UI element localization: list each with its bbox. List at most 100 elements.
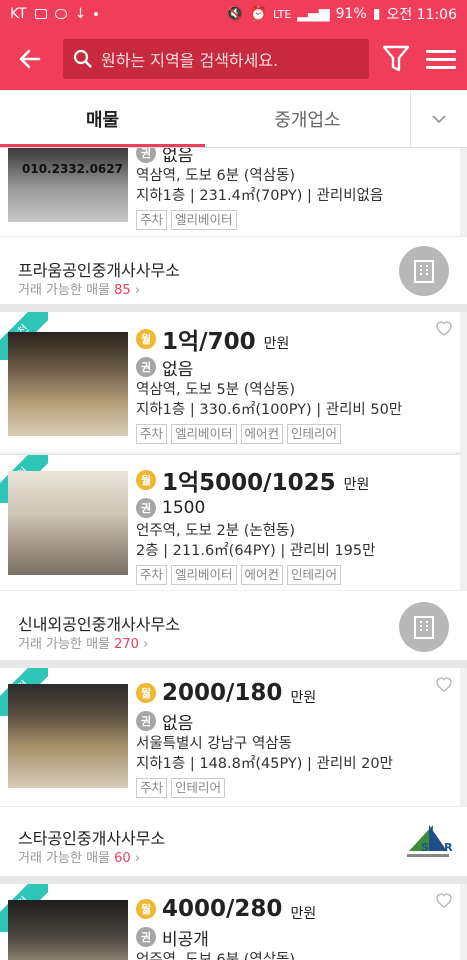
chevron-down-icon bbox=[432, 115, 446, 124]
tag: 엘리베이터 bbox=[171, 210, 237, 230]
tag: 주차 bbox=[136, 210, 168, 230]
tab-more-button[interactable] bbox=[410, 90, 467, 148]
monthly-badge: 월 bbox=[136, 470, 156, 490]
key-money-value: 비공개 bbox=[162, 929, 209, 950]
battery-label: 91% bbox=[335, 6, 367, 22]
listing-location: 언주역, 도보 2분 (논현동) bbox=[136, 523, 296, 539]
tag: 주차 bbox=[136, 778, 168, 798]
listing-photo bbox=[8, 900, 128, 960]
listing-detail: 지하1층 | 148.8㎡(45PY) | 관리비 20만 bbox=[136, 756, 393, 772]
agency-row[interactable]: 스타공인중개사사무소 거래 가능한 매물 60 › STAR bbox=[0, 806, 467, 876]
agency-logo: STAR bbox=[403, 821, 453, 861]
tab-agencies[interactable]: 중개업소 bbox=[205, 90, 410, 147]
listing-card[interactable]: 추천 월 2000/180 만원 권 없음 서울특별시 강남구 역삼동 지하1층… bbox=[0, 668, 460, 806]
menu-button[interactable] bbox=[426, 44, 456, 74]
tag: 인테리어 bbox=[171, 778, 226, 798]
key-money-badge: 권 bbox=[136, 927, 156, 947]
alarm-icon: ⏰ bbox=[249, 6, 267, 22]
tag: 인테리어 bbox=[287, 565, 342, 585]
listing-location: 역삼역, 도보 5분 (역삼동) bbox=[136, 382, 296, 398]
clock: 오전 11:06 bbox=[386, 7, 457, 23]
listing-photo bbox=[8, 684, 128, 788]
listing-price: 1억5000/1025 bbox=[162, 470, 336, 496]
favorite-heart-icon[interactable] bbox=[434, 890, 454, 910]
listing-info: 월 1억5000/1025 만원 권 1500 언주역, 도보 2분 (논현동)… bbox=[136, 465, 375, 585]
monthly-badge: 월 bbox=[136, 899, 156, 919]
count-label: 거래 가능한 매물 bbox=[18, 851, 110, 866]
filter-icon bbox=[382, 45, 410, 72]
listing-price: 2000/180 bbox=[162, 680, 283, 706]
key-money-badge: 권 bbox=[136, 357, 156, 377]
listing-location: 역삼역, 도보 6분 (역삼동) bbox=[136, 168, 296, 184]
back-arrow-icon bbox=[19, 49, 41, 69]
agency-listing-count: 거래 가능한 매물 85 › bbox=[18, 283, 141, 298]
favorite-heart-icon[interactable] bbox=[434, 318, 454, 338]
agency-row[interactable]: 신내외공인중개사사무소 거래 가능한 매물 270 › bbox=[0, 590, 467, 660]
monthly-badge: 월 bbox=[136, 329, 156, 349]
tag: 에어컨 bbox=[240, 565, 284, 585]
building-icon bbox=[414, 616, 434, 639]
listing-tags: 주차 엘리베이터 에어컨 인테리어 bbox=[136, 565, 375, 585]
search-icon bbox=[73, 49, 92, 68]
chat-icon bbox=[54, 9, 67, 19]
section-divider bbox=[0, 876, 467, 884]
monthly-badge: 월 bbox=[136, 683, 156, 703]
listing-price: 4000/280 bbox=[162, 896, 283, 922]
listing-photo: 010.2332.0627 bbox=[8, 148, 128, 222]
back-button[interactable] bbox=[0, 28, 60, 90]
filter-button[interactable] bbox=[380, 42, 412, 76]
menu-line bbox=[426, 57, 456, 61]
menu-line bbox=[426, 49, 456, 53]
key-money-value: 없음 bbox=[162, 148, 194, 166]
key-money-badge: 권 bbox=[136, 498, 156, 518]
agency-logo bbox=[399, 602, 449, 652]
section-divider bbox=[0, 660, 467, 668]
count-label: 거래 가능한 매물 bbox=[18, 637, 110, 652]
listing-price: 1억/700 bbox=[162, 329, 256, 355]
listing-info: 월 4000/280 만원 권 비공개 언주역, 도보 6분 (역삼동) bbox=[136, 894, 316, 960]
count-value: 270 bbox=[114, 637, 139, 652]
favorite-heart-icon[interactable] bbox=[434, 674, 454, 694]
search-input[interactable]: 원하는 지역을 검색하세요. bbox=[63, 39, 369, 79]
listing-tags: 주차 엘리베이터 에어컨 인테리어 bbox=[136, 424, 402, 444]
tab-listings[interactable]: 매물 bbox=[0, 90, 205, 147]
listing-card[interactable]: 추천 월 1억5000/1025 만원 권 1500 언주역, 도보 2분 (논… bbox=[0, 454, 460, 590]
star-agency-logo-icon: STAR bbox=[407, 825, 453, 857]
carrier-label: KT bbox=[10, 6, 27, 22]
listing-card[interactable]: 추천 월 4000/280 만원 권 비공개 언주역, 도보 6분 (역삼동) bbox=[0, 884, 460, 960]
listing-detail: 지하1층 | 330.6㎡(100PY) | 관리비 50만 bbox=[136, 402, 403, 418]
count-label: 거래 가능한 매물 bbox=[18, 283, 110, 298]
download-icon: ↓ bbox=[74, 6, 87, 22]
agency-name: 프라움공인중개사사무소 bbox=[18, 261, 180, 280]
logo-text: STAR bbox=[421, 841, 453, 854]
listing-feed[interactable]: 010.2332.0627 권 없음 역삼역, 도보 6분 (역삼동) 지하1층… bbox=[0, 148, 467, 960]
gallery-icon bbox=[34, 9, 47, 19]
listing-info: 월 2000/180 만원 권 없음 서울특별시 강남구 역삼동 지하1층 | … bbox=[136, 678, 393, 798]
listing-tags: 주차 인테리어 bbox=[136, 778, 393, 798]
agency-logo bbox=[399, 246, 449, 296]
mute-icon: 🔇 bbox=[226, 6, 244, 22]
listing-card[interactable]: 추천 월 1억/700 만원 권 없음 역삼역, 도보 5분 (역삼동) 지하1… bbox=[0, 312, 460, 452]
listing-detail: 지하1층 | 231.4㎡(70PY) | 관리비없음 bbox=[136, 188, 384, 204]
agency-name: 스타공인중개사사무소 bbox=[18, 829, 166, 848]
lte-label: LTE bbox=[272, 7, 292, 21]
building-icon bbox=[414, 260, 434, 283]
key-money-value: 없음 bbox=[162, 713, 194, 734]
tag: 주차 bbox=[136, 565, 168, 585]
listing-photo bbox=[8, 332, 128, 436]
agency-name: 신내외공인중개사사무소 bbox=[18, 615, 180, 634]
listing-detail: 2층 | 211.6㎡(64PY) | 관리비 195만 bbox=[136, 543, 376, 559]
tab-bar: 매물 중개업소 bbox=[0, 90, 467, 148]
phone-watermark: 010.2332.0627 bbox=[22, 162, 123, 176]
listing-location: 서울특별시 강남구 역삼동 bbox=[136, 736, 292, 752]
tag: 주차 bbox=[136, 424, 168, 444]
agency-listing-count: 거래 가능한 매물 270 › bbox=[18, 637, 149, 652]
agency-row[interactable]: 프라움공인중개사사무소 거래 가능한 매물 85 › bbox=[0, 236, 467, 304]
listing-info: 권 없음 역삼역, 도보 6분 (역삼동) 지하1층 | 231.4㎡(70PY… bbox=[136, 148, 383, 230]
agency-listing-count: 거래 가능한 매물 60 › bbox=[18, 851, 141, 866]
count-value: 60 bbox=[114, 851, 131, 866]
listing-photo bbox=[8, 471, 128, 575]
battery-icon: ▮ bbox=[372, 6, 381, 22]
section-divider bbox=[0, 304, 467, 312]
listing-card[interactable]: 010.2332.0627 권 없음 역삼역, 도보 6분 (역삼동) 지하1층… bbox=[0, 148, 460, 236]
